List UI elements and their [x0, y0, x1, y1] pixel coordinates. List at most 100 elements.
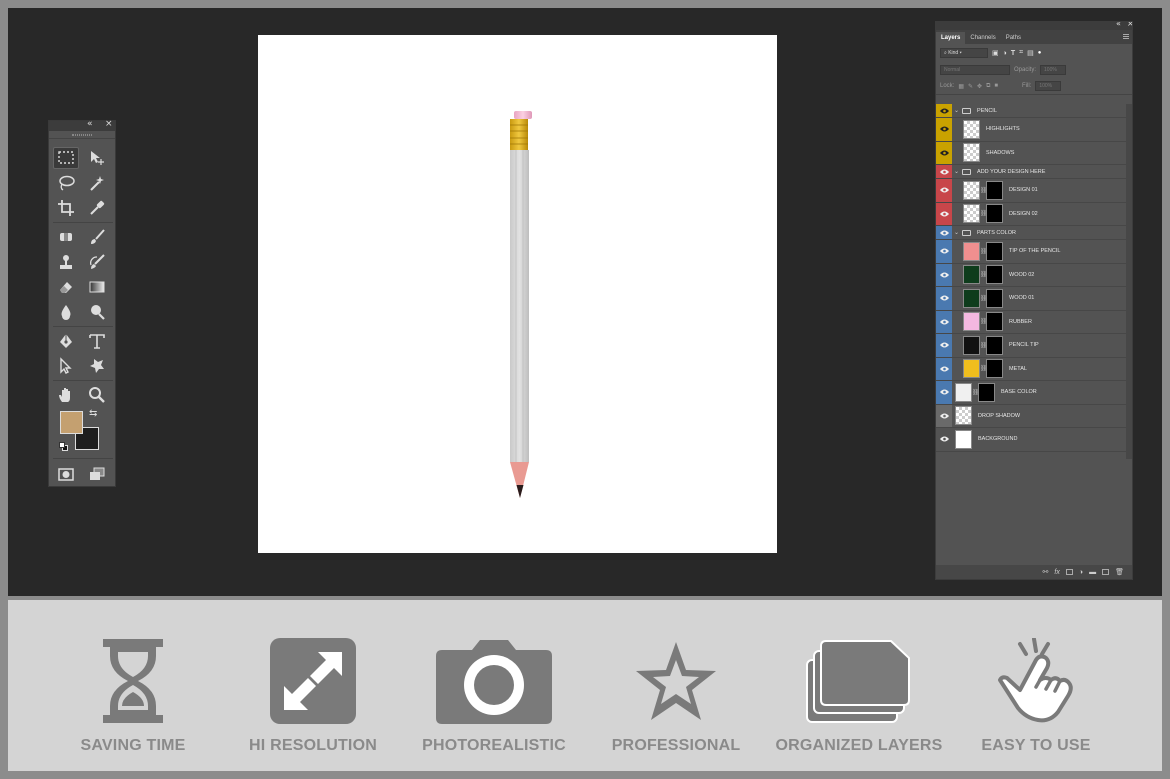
layer-design-01[interactable]: ⛓ DESIGN 01 [936, 179, 1126, 203]
layers-panel-header[interactable]: « × [936, 22, 1132, 30]
history-brush-icon[interactable] [84, 251, 110, 273]
adjustment-layer-icon[interactable]: ◑ [1079, 569, 1083, 576]
layer-rubber[interactable]: ⛓ RUBBER [936, 310, 1126, 334]
filter-type-icon[interactable]: T [1011, 50, 1015, 57]
layer-mask-thumbnail[interactable] [986, 312, 1003, 332]
layer-group-parts-color[interactable]: ⌄ PARTS COLOR [936, 226, 1126, 240]
visibility-eye-icon[interactable] [936, 179, 952, 202]
link-layers-icon[interactable]: ⚯ [1043, 568, 1049, 576]
hand-tool-icon[interactable] [53, 384, 79, 406]
crop-tool-icon[interactable] [53, 197, 79, 219]
layer-mask-thumbnail[interactable] [986, 288, 1003, 308]
pen-tool-icon[interactable] [53, 330, 79, 352]
lock-move-icon[interactable]: ✥ [977, 83, 982, 90]
lasso-tool-icon[interactable] [53, 172, 79, 194]
fill-field[interactable]: 100% [1035, 81, 1062, 91]
new-group-icon[interactable]: ▬ [1089, 569, 1096, 576]
visibility-eye-icon[interactable] [936, 334, 952, 357]
layers-scrollbar[interactable] [1126, 104, 1132, 459]
expand-caret-icon[interactable]: ⌄ [954, 168, 959, 175]
layer-mask-thumbnail[interactable] [978, 382, 995, 402]
layer-design-02[interactable]: ⛓ DESIGN 02 [936, 202, 1126, 226]
lock-all-icon[interactable]: ■ [994, 83, 998, 89]
visibility-eye-icon[interactable] [936, 104, 952, 117]
layer-mask-thumbnail[interactable] [986, 265, 1003, 285]
layer-tip-of-the-pencil[interactable]: ⛓ TIP OF THE PENCIL [936, 240, 1126, 264]
filter-kind-select[interactable]: ⌕ Kind ▾ [940, 48, 988, 58]
visibility-eye-icon[interactable] [936, 118, 952, 141]
layer-mask-thumbnail[interactable] [986, 335, 1003, 355]
custom-shape-icon[interactable] [84, 355, 110, 377]
visibility-eye-icon[interactable] [936, 404, 952, 427]
add-mask-icon[interactable] [1065, 569, 1073, 575]
lock-paint-icon[interactable]: ✎ [968, 83, 973, 90]
document-canvas[interactable] [258, 35, 777, 553]
layer-mask-thumbnail[interactable] [986, 241, 1003, 261]
gradient-tool-icon[interactable] [84, 276, 110, 298]
tab-paths[interactable]: Paths [1001, 32, 1026, 44]
marquee-tool-icon[interactable] [53, 147, 79, 169]
visibility-eye-icon[interactable] [936, 226, 952, 239]
visibility-eye-icon[interactable] [936, 428, 952, 451]
eraser-icon[interactable] [53, 276, 79, 298]
visibility-eye-icon[interactable] [936, 202, 952, 225]
screen-mode-icon[interactable] [84, 463, 110, 485]
collapse-icon[interactable]: « [1116, 22, 1121, 28]
clone-stamp-icon[interactable] [53, 251, 79, 273]
lock-artboard-icon[interactable]: ⧉ [986, 83, 990, 90]
healing-brush-icon[interactable] [53, 226, 79, 248]
visibility-eye-icon[interactable] [936, 240, 952, 263]
visibility-eye-icon[interactable] [936, 357, 952, 380]
layer-highlights[interactable]: HIGHLIGHTS [936, 118, 1126, 142]
close-icon[interactable]: × [105, 119, 113, 129]
blur-tool-icon[interactable] [53, 301, 79, 323]
type-tool-icon[interactable] [84, 330, 110, 352]
tab-channels[interactable]: Channels [965, 32, 1000, 44]
eyedropper-icon[interactable] [84, 197, 110, 219]
opacity-field[interactable]: 100% [1040, 65, 1067, 75]
visibility-eye-icon[interactable] [936, 165, 952, 178]
visibility-eye-icon[interactable] [936, 141, 952, 164]
layer-background[interactable]: BACKGROUND [936, 428, 1126, 452]
layer-wood-02[interactable]: ⛓ WOOD 02 [936, 263, 1126, 287]
visibility-eye-icon[interactable] [936, 263, 952, 286]
path-selection-icon[interactable] [53, 355, 79, 377]
dodge-tool-icon[interactable] [84, 301, 110, 323]
panel-grip[interactable] [49, 131, 115, 139]
new-layer-icon[interactable] [1102, 569, 1110, 575]
expand-caret-icon[interactable]: ⌄ [954, 107, 959, 114]
filter-smart-object-icon[interactable]: ▤ [1027, 49, 1034, 57]
move-tool-icon[interactable] [84, 147, 110, 169]
expand-caret-icon[interactable]: ⌄ [954, 229, 959, 236]
layer-shadows[interactable]: SHADOWS [936, 141, 1126, 165]
layer-mask-thumbnail[interactable] [986, 204, 1003, 224]
quick-mask-icon[interactable] [53, 463, 79, 485]
brush-tool-icon[interactable] [84, 226, 110, 248]
close-icon[interactable]: × [1127, 22, 1132, 28]
panel-menu-icon[interactable] [1123, 34, 1129, 39]
tools-panel-header[interactable]: « × [49, 119, 115, 131]
lock-transparent-icon[interactable]: ▦ [958, 83, 964, 90]
visibility-eye-icon[interactable] [936, 310, 952, 333]
layer-base-color[interactable]: ⛓ BASE COLOR [936, 381, 1126, 405]
fx-icon[interactable]: fx [1054, 569, 1059, 576]
magic-wand-icon[interactable] [84, 172, 110, 194]
layer-wood-01[interactable]: ⛓ WOOD 01 [936, 287, 1126, 311]
layer-pencil-tip[interactable]: ⛓ PENCIL TIP [936, 334, 1126, 358]
blend-mode-select[interactable]: Normal [940, 65, 1010, 75]
swap-colors-icon[interactable]: ⇆ [89, 408, 97, 419]
trash-icon[interactable]: 🗑 [1115, 568, 1124, 576]
filter-pixel-icon[interactable]: ▣ [992, 49, 999, 57]
filter-adjustment-icon[interactable]: ◑ [1003, 50, 1007, 57]
filter-toggle-icon[interactable]: ● [1038, 50, 1042, 56]
layer-group-pencil[interactable]: ⌄ PENCIL [936, 104, 1126, 118]
layer-drop-shadow[interactable]: DROP SHADOW [936, 404, 1126, 428]
layer-metal[interactable]: ⛓ METAL [936, 357, 1126, 381]
foreground-color-swatch[interactable] [60, 411, 83, 434]
layer-group-add-your-design[interactable]: ⌄ ADD YOUR DESIGN HERE [936, 165, 1126, 179]
tab-layers[interactable]: Layers [936, 32, 966, 44]
layer-mask-thumbnail[interactable] [986, 180, 1003, 200]
collapse-icon[interactable]: « [87, 119, 93, 129]
default-colors-icon[interactable] [59, 442, 69, 452]
visibility-eye-icon[interactable] [936, 381, 952, 404]
